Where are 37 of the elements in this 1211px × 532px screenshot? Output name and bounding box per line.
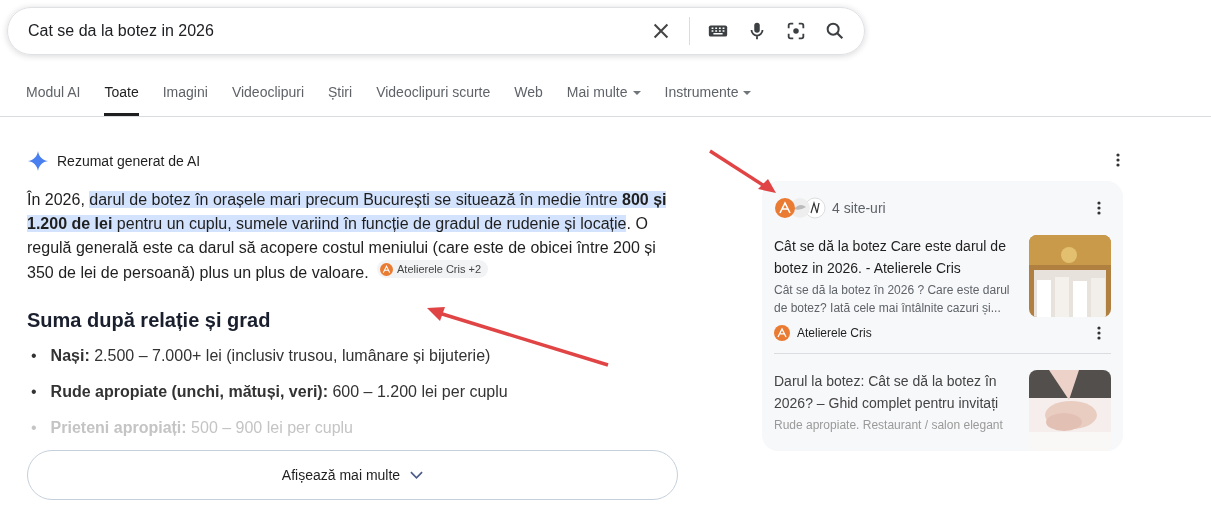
list-item: Nași: 2.500 – 7.000+ lei (inclusiv trusou, lumânare și bijuterie) [50,345,491,366]
list-item: Prieteni apropiați: 500 – 900 lei per cuplu [50,417,353,438]
more-options-icon[interactable] [1097,326,1101,340]
search-tab[interactable]: Mai multe [566,84,641,116]
result-title[interactable]: Cât se dă la botez Care este darul de botez in 2026. - Atelierele Cris [774,235,1017,279]
bullet: • [30,345,37,366]
result-title[interactable]: Darul la botez: Cât se dă la botez în 2026? – Ghid complet pentru invitați [774,370,1017,414]
site-name: Atelierele Cris [797,326,872,340]
source-chip[interactable]: Atelierele Cris +2 [377,260,489,278]
section-heading: Suma după relație și grad [27,308,272,332]
bullet: • [30,417,37,438]
search-tab[interactable]: Știri [328,84,353,116]
search-tab[interactable]: Videoclipuri [231,84,304,116]
site-logos-icon [774,197,826,219]
bullet: • [30,381,37,402]
site-count: 4 site-uri [832,200,886,216]
search-tab[interactable]: Imagini [162,84,208,116]
show-more-button[interactable]: Afișează mai multe [27,449,678,500]
list-item: Rude apropiate (unchi, mătuși, veri): 600 – 1.200 lei per cuplu [50,381,508,402]
sparkle-icon [27,150,49,172]
search-tab[interactable]: Videoclipuri scurte [376,84,491,116]
camera-icon[interactable] [785,20,807,42]
search-tab[interactable]: Modul AI [26,84,81,116]
search-icon[interactable] [824,20,846,42]
chevron-down-icon [410,470,424,479]
result-snippet: Cât se dă la botez în 2026 ? Care este darul de botez? Iată cele mai întâlnite cazuri și... [774,282,1011,317]
ai-overview-label: Rezumat generat de AI [57,153,201,169]
result-snippet: Rude apropiate. Restaurant / salon elegant [774,417,1004,434]
annotation-arrow [708,149,778,195]
site-logo-icon [380,262,393,276]
site-logo-icon [774,325,790,341]
more-options-icon[interactable] [1097,201,1101,215]
search-tab[interactable]: Instrumente [664,84,752,116]
summary-paragraph: În 2026, darul de botez în orașele mari precum București se situează în medie între 800 și 1.200 de lei pentru un cuplu, sumele variind în funcție de gradul de rudenie și locație. O regulă generală este ca darul să acopere costul meniului (care este de obicei între 200 și 350 de lei de persoană) plus un plus de valoare. Atelierele Cris +2 [27,189,668,283]
more-options-icon[interactable] [1116,153,1120,167]
search-tab[interactable]: Toate [104,84,139,116]
search-tab[interactable]: Web [514,84,543,116]
